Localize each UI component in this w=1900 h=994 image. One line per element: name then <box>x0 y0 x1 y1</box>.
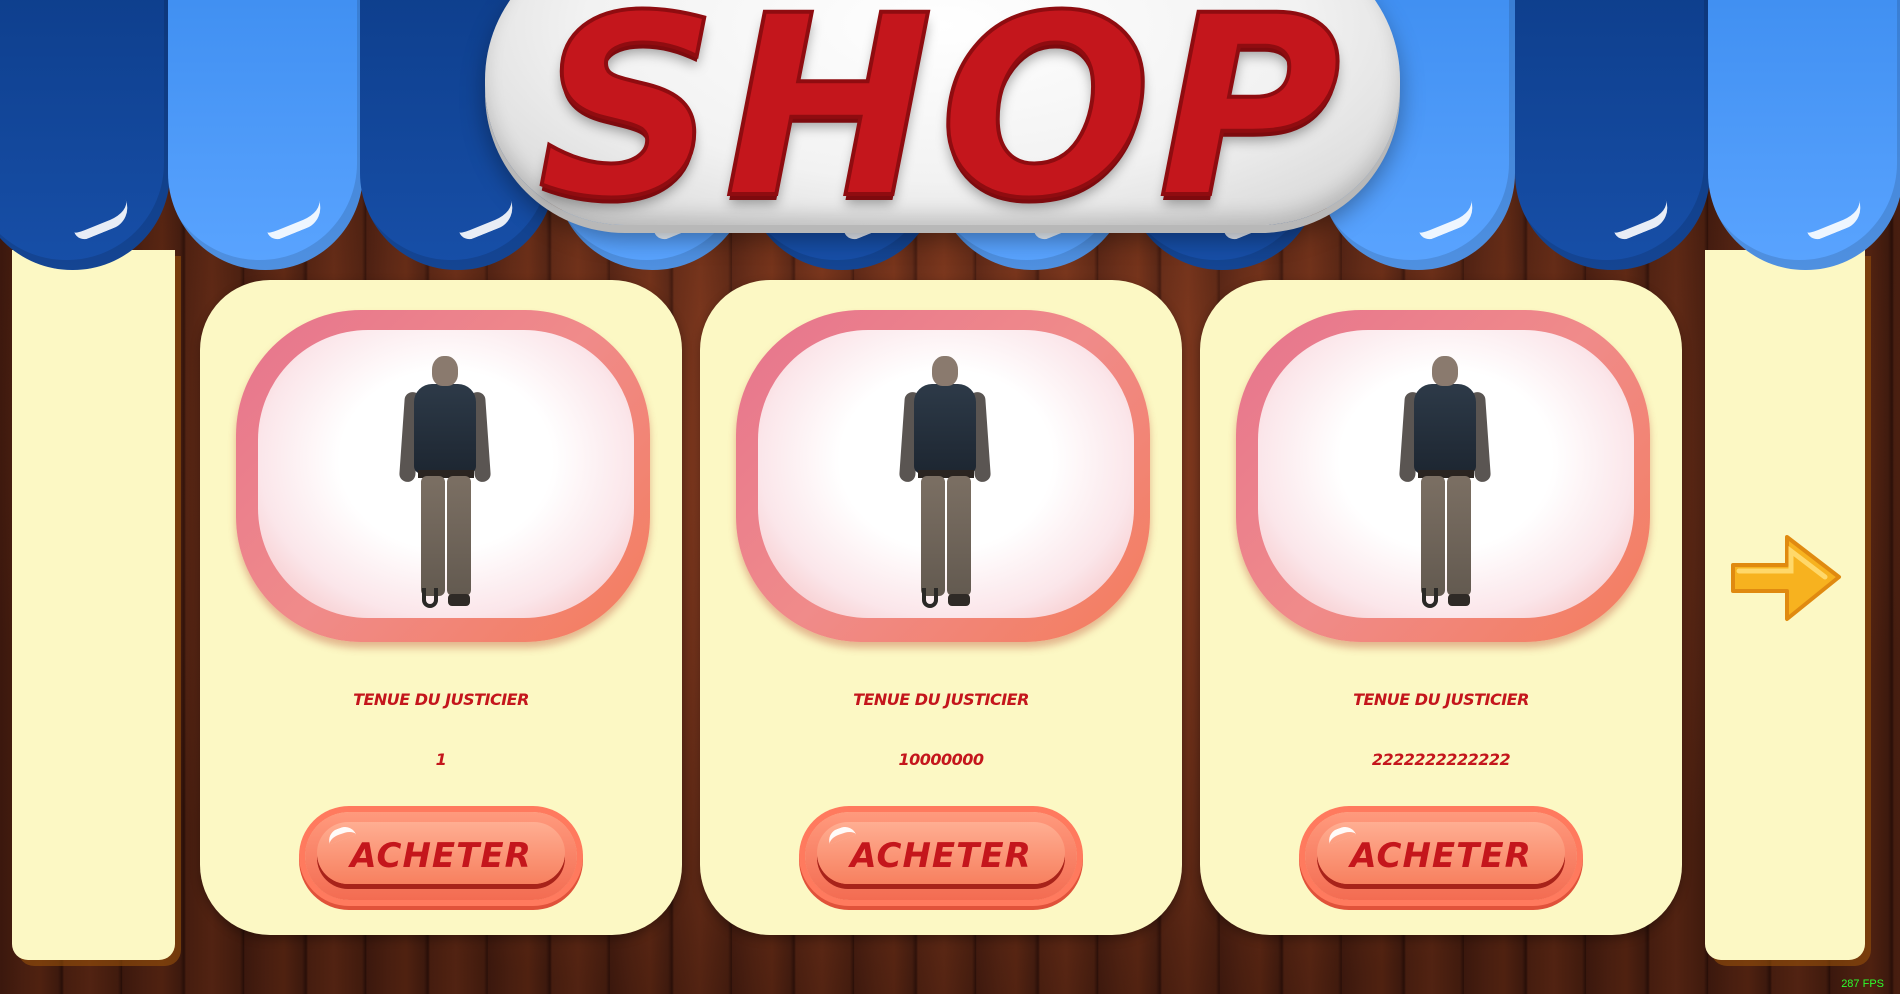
shop-item-card: TENUE DU JUSTICIER 1 ACHETER <box>200 280 682 935</box>
character-outfit-image <box>1394 350 1494 610</box>
item-price: 1 <box>435 750 447 769</box>
fps-counter: 287 FPS <box>1841 978 1884 990</box>
item-name: TENUE DU JUSTICIER <box>1353 690 1529 709</box>
buy-button-label: ACHETER <box>1350 836 1532 876</box>
buy-button-label: ACHETER <box>850 836 1032 876</box>
shop-item-card: TENUE DU JUSTICIER 10000000 ACHETER <box>700 280 1182 935</box>
shop-sign: SHOP <box>485 0 1400 234</box>
item-preview-frame <box>236 310 650 642</box>
item-name: TENUE DU JUSTICIER <box>853 690 1029 709</box>
buy-button[interactable]: ACHETER <box>805 812 1077 900</box>
buy-button[interactable]: ACHETER <box>305 812 577 900</box>
item-price: 10000000 <box>898 750 984 769</box>
character-outfit-image <box>894 350 994 610</box>
item-name: TENUE DU JUSTICIER <box>353 690 529 709</box>
shop-item-card: TENUE DU JUSTICIER 2222222222222 ACHETER <box>1200 280 1682 935</box>
item-price: 2222222222222 <box>1371 750 1511 769</box>
page-title: SHOP <box>536 0 1348 253</box>
arrow-right-icon[interactable] <box>1725 525 1845 630</box>
item-preview-frame <box>1236 310 1650 642</box>
item-preview-frame <box>736 310 1150 642</box>
left-side-panel <box>12 250 175 960</box>
character-outfit-image <box>394 350 494 610</box>
buy-button-label: ACHETER <box>350 836 532 876</box>
buy-button[interactable]: ACHETER <box>1305 812 1577 900</box>
